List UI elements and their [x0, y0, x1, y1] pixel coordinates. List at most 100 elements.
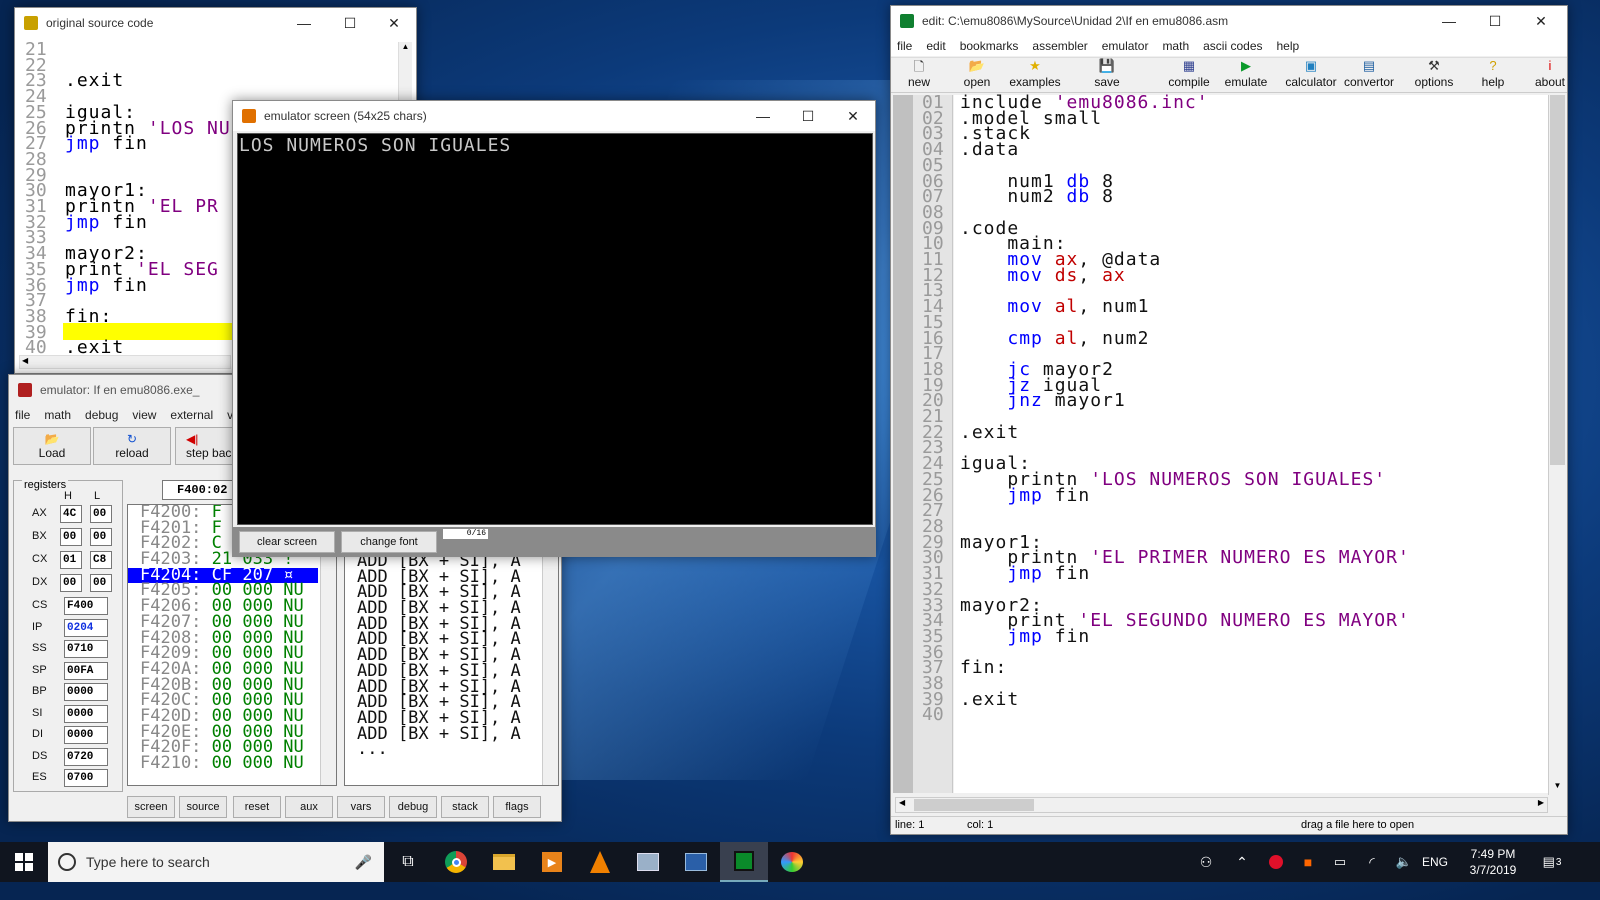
menu-bookmarks[interactable]: bookmarks	[960, 39, 1019, 53]
minimize-button[interactable]: —	[1427, 6, 1471, 36]
editor-text-area[interactable]: include 'emu8086.inc' .model small .stac…	[954, 93, 1548, 793]
app-window-icon[interactable]	[624, 842, 672, 882]
change-font-button[interactable]: change font	[341, 531, 437, 553]
register-value[interactable]: 0710	[64, 640, 108, 658]
toolbar-convertor-button[interactable]: ▤ convertor	[1341, 58, 1397, 89]
toolbar-help-button[interactable]: ? help	[1465, 58, 1521, 89]
register-value[interactable]: 0000	[64, 683, 108, 701]
register-high[interactable]: 00	[60, 528, 82, 546]
task-view-icon[interactable]: ⧉	[384, 842, 432, 882]
open-icon: 📂	[968, 58, 986, 73]
register-low[interactable]: C8	[90, 551, 112, 569]
register-high[interactable]: 01	[60, 551, 82, 569]
load-button[interactable]: 📂 Load	[13, 427, 91, 465]
menu-external[interactable]: external	[170, 408, 213, 422]
source-button[interactable]: source	[179, 796, 227, 818]
reload-button[interactable]: ↻ reload	[93, 427, 171, 465]
maximize-button[interactable]: ☐	[1473, 6, 1517, 36]
clear-screen-button[interactable]: clear screen	[239, 531, 335, 553]
toolbar-compile-button[interactable]: ▦ compile	[1161, 58, 1217, 89]
toolbar-label: convertor	[1343, 75, 1395, 89]
vars-button[interactable]: vars	[337, 796, 385, 818]
source-titlebar[interactable]: original source code — ☐ ✕	[15, 8, 416, 38]
toolbar-new-button[interactable]: 🗋 new	[891, 58, 947, 89]
menu-ascii-codes[interactable]: ascii codes	[1203, 39, 1262, 53]
close-button[interactable]: ✕	[1519, 6, 1563, 36]
menu-math[interactable]: math	[1162, 39, 1189, 53]
language-indicator[interactable]: ENG	[1412, 842, 1458, 882]
register-value[interactable]: 0000	[64, 704, 108, 723]
microphone-icon[interactable]: 🎤	[355, 854, 372, 871]
editor-statusbar: line: 1 col: 1 drag a file here to open	[891, 816, 1567, 834]
menu-view[interactable]: view	[132, 408, 156, 422]
memory-row[interactable]: F4210: 00 000 NU	[128, 755, 318, 772]
source-hscrollbar[interactable]: ◀	[19, 355, 231, 369]
editor-titlebar[interactable]: edit: C:\emu8086\MySource\Unidad 2\If en…	[891, 6, 1567, 36]
menu-file[interactable]: file	[15, 408, 30, 422]
register-high[interactable]: 00	[60, 574, 82, 592]
disassembly-row[interactable]: ...	[357, 741, 521, 758]
step-back-button[interactable]: ◀| step bac	[175, 427, 235, 465]
disassembly-list[interactable]: ADD [BX + SI], A ADD [BX + SI], A ADD [BX …	[344, 553, 559, 786]
register-label: SS	[32, 642, 47, 654]
menu-emulator[interactable]: emulator	[1102, 39, 1149, 53]
emu8086-taskbar-icon[interactable]	[720, 842, 768, 882]
screen-titlebar[interactable]: emulator screen (54x25 chars) — ☐ ✕	[233, 101, 875, 131]
toolbar-options-button[interactable]: ⚒ options	[1406, 58, 1462, 89]
flags-button[interactable]: flags	[493, 796, 541, 818]
menu-help[interactable]: help	[1277, 39, 1300, 53]
register-value[interactable]: 00FA	[64, 661, 108, 680]
maximize-button[interactable]: ☐	[328, 8, 372, 38]
stack-button[interactable]: stack	[441, 796, 489, 818]
notifications-icon[interactable]: ▤ 3	[1528, 842, 1576, 882]
register-low[interactable]: 00	[90, 505, 112, 523]
register-value[interactable]: 0720	[64, 747, 108, 766]
vlc-icon[interactable]	[576, 842, 624, 882]
disassembly-scrollbar[interactable]	[542, 554, 558, 785]
maximize-button[interactable]: ☐	[786, 101, 830, 131]
menu-debug[interactable]: debug	[85, 408, 118, 422]
file-explorer-icon[interactable]	[480, 842, 528, 882]
media-player-icon[interactable]: ▶	[528, 842, 576, 882]
toolbar-about-button[interactable]: i about	[1522, 58, 1578, 89]
close-button[interactable]: ✕	[831, 101, 875, 131]
editor-code[interactable]: include 'emu8086.inc' .model small .stac…	[960, 93, 1410, 708]
toolbar-examples-button[interactable]: ★ examples	[1007, 58, 1063, 89]
close-button[interactable]: ✕	[372, 8, 416, 38]
register-value[interactable]: 0204	[64, 618, 108, 637]
editor-menu: file edit bookmarks assembler emulator m…	[891, 36, 1567, 56]
chrome-icon[interactable]	[432, 842, 480, 882]
toolbar-calculator-button[interactable]: ▣ calculator	[1283, 58, 1339, 89]
menu-math[interactable]: math	[44, 408, 71, 422]
toolbar-emulate-button[interactable]: ▶ emulate	[1218, 58, 1274, 89]
reset-button[interactable]: reset	[233, 796, 281, 818]
paint-icon[interactable]	[768, 842, 816, 882]
toolbar-open-button[interactable]: 📂 open	[949, 58, 1005, 89]
register-high[interactable]: 4C	[60, 505, 82, 523]
toolbar-save-button[interactable]: 💾 save	[1079, 58, 1135, 89]
register-low[interactable]: 00	[90, 528, 112, 546]
char-counter: 0/16	[443, 529, 488, 539]
address-field[interactable]: F400:02	[162, 480, 242, 500]
source-code[interactable]: .exit igual: printn 'LOS NU jmp fin mayo…	[65, 42, 231, 357]
menu-file[interactable]: file	[897, 39, 912, 53]
clock[interactable]: 7:49 PM 3/7/2019	[1458, 846, 1528, 878]
menu-assembler[interactable]: assembler	[1032, 39, 1087, 53]
debug-button[interactable]: debug	[389, 796, 437, 818]
register-low[interactable]: 00	[90, 574, 112, 592]
register-value[interactable]: 0000	[64, 726, 108, 744]
network-app-icon[interactable]	[672, 842, 720, 882]
start-button[interactable]	[0, 842, 48, 882]
aux-button[interactable]: aux	[285, 796, 333, 818]
editor-vscrollbar[interactable]: ▼	[1548, 95, 1566, 795]
minimize-button[interactable]: —	[282, 8, 326, 38]
menu-edit[interactable]: edit	[926, 39, 945, 53]
screen-button[interactable]: screen	[127, 796, 175, 818]
register-value[interactable]: F400	[64, 597, 108, 615]
editor-hscrollbar[interactable]: ◀ ▶	[895, 797, 1548, 813]
editor-window[interactable]: edit: C:\emu8086\MySource\Unidad 2\If en…	[890, 5, 1568, 835]
minimize-button[interactable]: —	[741, 101, 785, 131]
emulator-screen-window[interactable]: emulator screen (54x25 chars) — ☐ ✕ LOS …	[232, 100, 876, 557]
register-value[interactable]: 0700	[64, 769, 108, 787]
search-box[interactable]: Type here to search 🎤	[48, 842, 384, 882]
